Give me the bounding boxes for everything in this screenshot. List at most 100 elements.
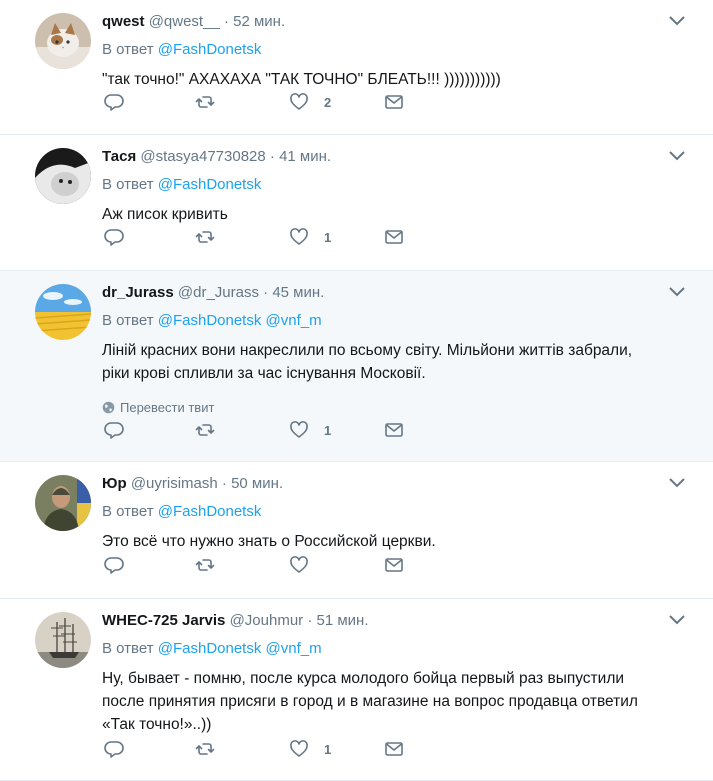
- retweet-button[interactable]: [195, 227, 215, 247]
- retweet-button[interactable]: [195, 555, 215, 575]
- avatar[interactable]: [35, 148, 91, 204]
- reply-button[interactable]: [104, 227, 124, 247]
- direct-message-button[interactable]: [384, 420, 404, 440]
- like-button[interactable]: [289, 227, 309, 247]
- tweet-text: Аж писок кривить: [102, 203, 683, 226]
- reply-button[interactable]: [104, 739, 124, 759]
- envelope-icon: [385, 95, 403, 109]
- direct-message-button[interactable]: [384, 739, 404, 759]
- tweet-text: Ну, бывает - помню, после курса молодого…: [102, 667, 683, 736]
- tweet-text-line: «Так точно!»..)): [102, 716, 212, 733]
- envelope-icon: [385, 742, 403, 756]
- like-count: 1: [324, 229, 332, 245]
- like-count: 1: [324, 422, 332, 438]
- tweet-content: Юр @uyrisimash · 50 мин. В ответ @FashDo…: [102, 474, 683, 553]
- fullname[interactable]: WHEC-725 Jarvis: [102, 612, 225, 629]
- retweet-button[interactable]: [195, 92, 215, 112]
- chevron-down-icon[interactable]: [668, 149, 686, 163]
- reply-button[interactable]: [104, 420, 124, 440]
- tweet-feed: qwest @qwest__ · 52 мин. В ответ @FashDo…: [0, 0, 713, 781]
- direct-message-button[interactable]: [384, 227, 404, 247]
- wheat-field-avatar-image: [35, 284, 91, 340]
- mention-link[interactable]: @FashDonetsk: [158, 503, 262, 520]
- username[interactable]: @uyrisimash: [131, 475, 218, 492]
- timestamp[interactable]: 52 мин.: [233, 13, 285, 30]
- reply-icon: [104, 422, 124, 439]
- fullname[interactable]: Юр: [102, 475, 127, 492]
- separator-dot: ·: [223, 13, 229, 30]
- like-button[interactable]: [289, 92, 309, 112]
- avatar[interactable]: [35, 13, 91, 69]
- globe-icon: [102, 401, 115, 414]
- tweet-text: Ліній красних вони накреслили по всьому …: [102, 339, 683, 385]
- replying-prefix: В ответ: [102, 41, 154, 58]
- chevron-down-icon[interactable]: [668, 285, 686, 299]
- timestamp[interactable]: 50 мин.: [231, 475, 283, 492]
- mention-link[interactable]: @vnf_m: [266, 312, 322, 329]
- retweet-button[interactable]: [195, 420, 215, 440]
- like-button[interactable]: [289, 555, 309, 575]
- heart-icon: [290, 228, 308, 245]
- replying-to: В ответ @FashDonetsk: [102, 502, 683, 522]
- translate-label[interactable]: Перевести твит: [120, 400, 214, 415]
- bw-cat-avatar-image: [35, 148, 91, 204]
- tweet-item[interactable]: Тася @stasya47730828 · 41 мин. В ответ @…: [0, 135, 713, 271]
- fullname[interactable]: qwest: [102, 13, 145, 30]
- reply-button[interactable]: [104, 555, 124, 575]
- tweet-item[interactable]: WHEC-725 Jarvis @Jouhmur · 51 мин. В отв…: [0, 599, 713, 781]
- tweet-header: WHEC-725 Jarvis @Jouhmur · 51 мин.: [102, 611, 683, 631]
- timestamp[interactable]: 51 мин.: [317, 612, 369, 629]
- reply-icon: [104, 557, 124, 574]
- translate-link[interactable]: Перевести твит: [102, 400, 683, 415]
- tweet-header: dr_Jurass @dr_Jurass · 45 мин.: [102, 283, 683, 303]
- envelope-icon: [385, 230, 403, 244]
- tweet-text-line: ріки крові спливли за час існування Моск…: [102, 365, 426, 382]
- chevron-down-icon[interactable]: [668, 476, 686, 490]
- heart-icon: [290, 421, 308, 438]
- envelope-icon: [385, 558, 403, 572]
- tweet-text-line: Ну, бывает - помню, после курса молодого…: [102, 670, 625, 687]
- chevron-down-icon[interactable]: [668, 14, 686, 28]
- fullname[interactable]: Тася: [102, 148, 136, 165]
- mention-link[interactable]: @FashDonetsk: [158, 312, 262, 329]
- username[interactable]: @stasya47730828: [140, 148, 265, 165]
- chevron-down-icon[interactable]: [668, 613, 686, 627]
- fullname[interactable]: dr_Jurass: [102, 284, 174, 301]
- reply-icon: [104, 741, 124, 758]
- tweet-header: Тася @stasya47730828 · 41 мин.: [102, 147, 683, 167]
- timestamp[interactable]: 45 мин.: [272, 284, 324, 301]
- tweet-content: WHEC-725 Jarvis @Jouhmur · 51 мин. В отв…: [102, 611, 683, 736]
- direct-message-button[interactable]: [384, 555, 404, 575]
- avatar[interactable]: [35, 612, 91, 668]
- separator-dot: ·: [221, 475, 227, 492]
- timestamp[interactable]: 41 мин.: [279, 148, 331, 165]
- tweet-content: qwest @qwest__ · 52 мин. В ответ @FashDo…: [102, 12, 683, 91]
- direct-message-button[interactable]: [384, 92, 404, 112]
- reply-button[interactable]: [104, 92, 124, 112]
- retweet-button[interactable]: [195, 739, 215, 759]
- tweet-text: "так точно!" АХАХАХА "ТАК ТОЧНО" БЛЕАТЬ!…: [102, 68, 683, 91]
- mention-link[interactable]: @FashDonetsk: [158, 640, 262, 657]
- mention-link[interactable]: @FashDonetsk: [158, 41, 262, 58]
- username[interactable]: @Jouhmur: [230, 612, 304, 629]
- replying-prefix: В ответ: [102, 176, 154, 193]
- retweet-icon: [195, 96, 215, 108]
- tweet-text-line: Аж писок кривить: [102, 206, 228, 223]
- tweet-item[interactable]: qwest @qwest__ · 52 мин. В ответ @FashDo…: [0, 0, 713, 135]
- like-button[interactable]: [289, 420, 309, 440]
- sailing-ship-avatar-image: [35, 612, 91, 668]
- replying-to: В ответ @FashDonetsk: [102, 175, 683, 195]
- username[interactable]: @dr_Jurass: [178, 284, 259, 301]
- tweet-item[interactable]: dr_Jurass @dr_Jurass · 45 мин. В ответ @…: [0, 271, 713, 462]
- tweet-item[interactable]: Юр @uyrisimash · 50 мин. В ответ @FashDo…: [0, 462, 713, 599]
- username[interactable]: @qwest__: [149, 13, 220, 30]
- mention-link[interactable]: @FashDonetsk: [158, 176, 262, 193]
- avatar[interactable]: [35, 475, 91, 531]
- avatar[interactable]: [35, 284, 91, 340]
- replying-to: В ответ @FashDonetsk @vnf_m: [102, 311, 683, 331]
- mention-link[interactable]: @vnf_m: [266, 640, 322, 657]
- tweet-text-line: после принятия присяги в город и в магаз…: [102, 693, 638, 710]
- like-button[interactable]: [289, 739, 309, 759]
- tweet-text-line: Ліній красних вони накреслили по всьому …: [102, 342, 633, 359]
- like-count: 2: [324, 94, 332, 110]
